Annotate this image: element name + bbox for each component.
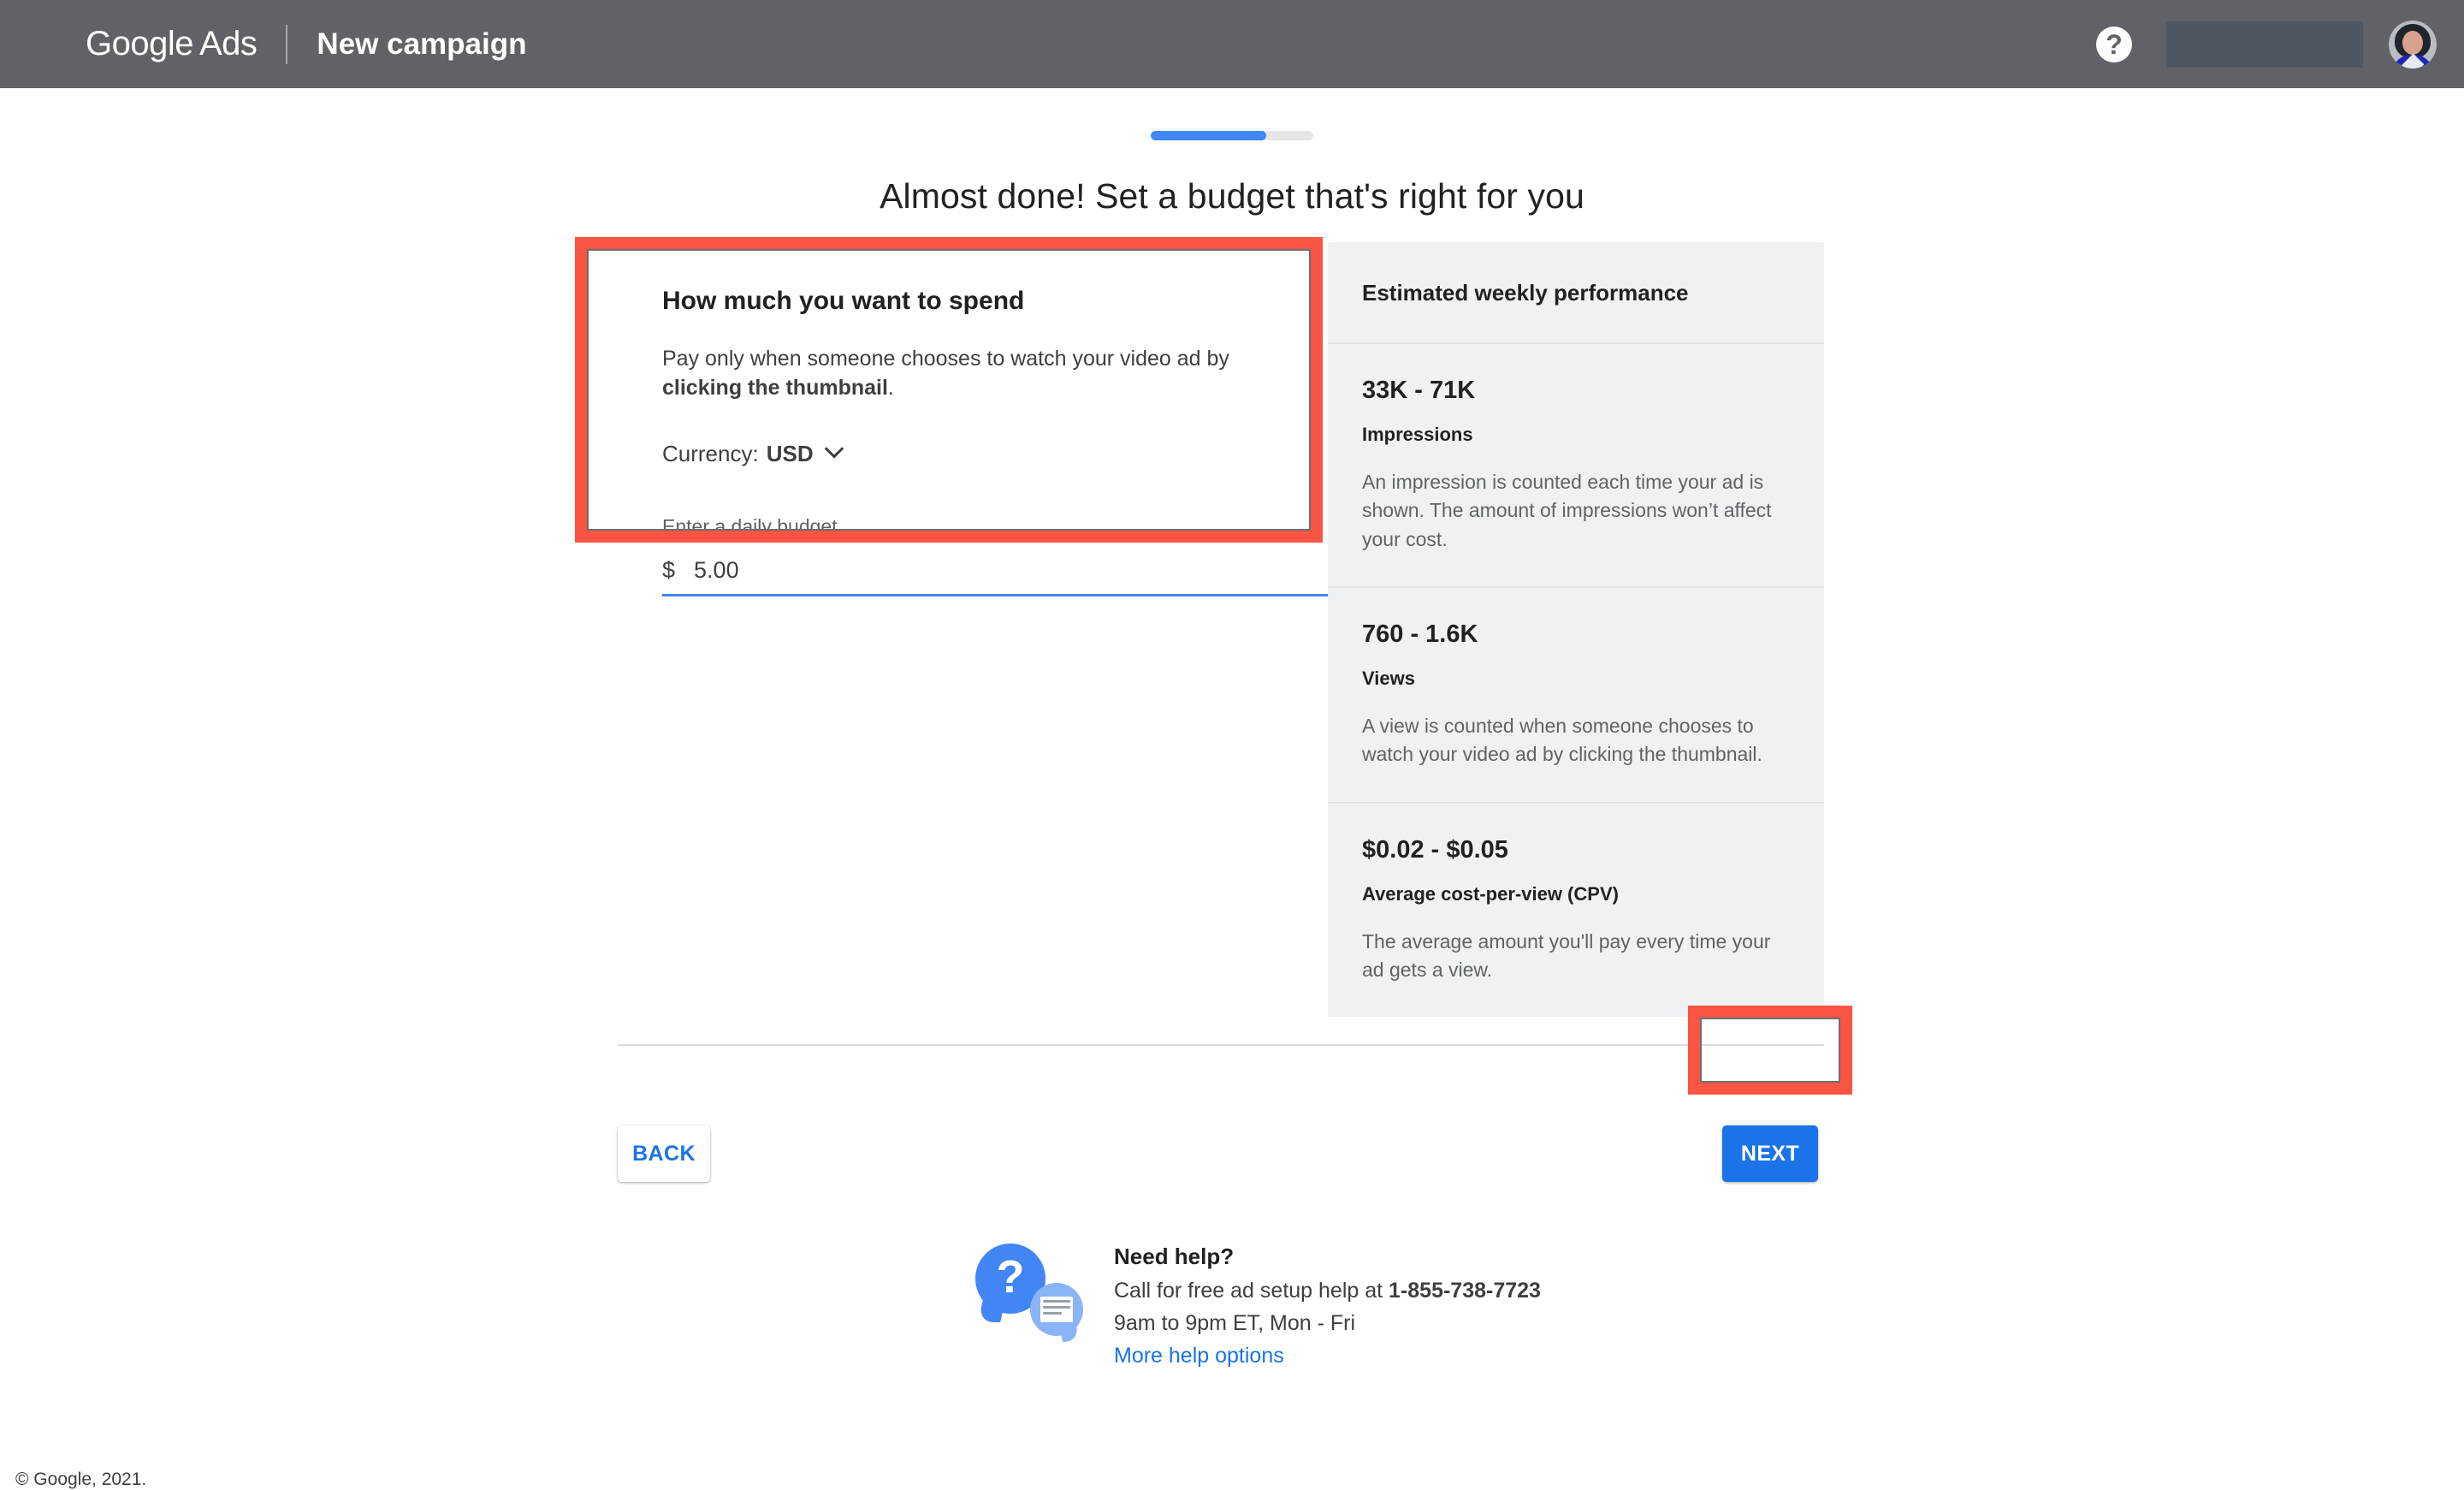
next-button-slot: NEXT <box>1688 1109 1852 1198</box>
estimated-performance-panel: Estimated weekly performance 33K - 71K I… <box>1328 242 1824 1018</box>
currency-symbol: $ <box>662 556 676 583</box>
help-title: Need help? <box>1114 1244 1235 1269</box>
budget-section: How much you want to spend Pay only when… <box>618 242 1824 1018</box>
google-ads-logo[interactable]: Google Ads <box>86 25 258 63</box>
estimate-metric-name: Impressions <box>1362 424 1473 445</box>
logo-ads-text: Ads <box>198 25 258 62</box>
spend-heading: How much you want to spend <box>662 287 1025 315</box>
estimate-block-views: 760 - 1.6K Views A view is counted when … <box>1328 588 1824 804</box>
back-button[interactable]: BACK <box>618 1125 710 1182</box>
currency-value: USD <box>766 440 814 466</box>
spend-panel: How much you want to spend Pay only when… <box>618 242 1328 631</box>
help-bubbles-illustration: ? <box>975 1242 1087 1336</box>
estimate-block-impressions: 33K - 71K Impressions An impression is c… <box>1328 344 1824 589</box>
page-context-title: New campaign <box>317 27 527 61</box>
estimate-header-block: Estimated weekly performance <box>1328 242 1824 344</box>
more-help-options-link[interactable]: More help options <box>1114 1344 1284 1368</box>
chat-lines-icon <box>1040 1297 1073 1322</box>
copyright-text: © Google, 2021. <box>15 1469 147 1489</box>
annotation-inner-border <box>1700 1018 1840 1083</box>
help-phone-number: 1-855-738-7723 <box>1389 1279 1541 1303</box>
brand-area[interactable]: Google Ads New campaign <box>86 24 527 64</box>
spend-description-prefix: Pay only when someone chooses to watch y… <box>662 347 1229 371</box>
campaign-progress-bar <box>1151 131 1313 140</box>
help-call-prefix: Call for free ad setup help at <box>1114 1279 1389 1303</box>
annotation-box-next-button <box>1688 1006 1852 1095</box>
chat-line <box>1043 1306 1070 1309</box>
estimate-heading: Estimated weekly performance <box>1362 280 1689 306</box>
estimate-description: An impression is counted each time your … <box>1362 471 1772 550</box>
logo-google-text: Google <box>86 25 193 62</box>
estimate-metric-name: Views <box>1362 668 1415 690</box>
daily-budget-label: Enter a daily budget <box>662 514 838 537</box>
account-info-redacted <box>2166 21 2363 68</box>
chat-line <box>1043 1312 1063 1315</box>
spend-description-suffix: . <box>887 375 894 400</box>
daily-budget-field[interactable]: $ <box>662 556 1328 597</box>
currency-label: Currency: <box>662 440 759 466</box>
main-content: Almost done! Set a budget that's right f… <box>0 88 2464 1489</box>
chat-bubble-icon <box>1030 1283 1083 1336</box>
section-divider <box>618 1044 1824 1046</box>
header-divider <box>286 24 288 64</box>
spend-description: Pay only when someone chooses to watch y… <box>662 345 1285 403</box>
estimate-description: The average amount you'll pay every time… <box>1362 929 1771 982</box>
chevron-down-icon[interactable] <box>824 439 844 459</box>
estimate-description: A view is counted when someone chooses t… <box>1362 715 1762 766</box>
help-hours: 9am to 9pm ET, Mon - Fri <box>1114 1311 1356 1335</box>
estimate-metric-name: Average cost-per-view (CPV) <box>1362 882 1619 905</box>
help-text-block: Need help? Call for free ad setup help a… <box>1114 1242 1541 1368</box>
progress-fill <box>1151 131 1266 140</box>
wizard-navigation: BACK NEXT <box>618 1109 1824 1198</box>
next-button[interactable]: NEXT <box>1722 1125 1818 1182</box>
page-title: Almost done! Set a budget that's right f… <box>880 176 1584 216</box>
estimate-block-cpv: $0.02 - $0.05 Average cost-per-view (CPV… <box>1328 804 1824 1018</box>
daily-budget-input[interactable] <box>694 556 1208 584</box>
header-right-actions: ? <box>2096 20 2445 68</box>
help-icon[interactable]: ? <box>2096 26 2132 62</box>
avatar-face <box>2402 30 2423 55</box>
estimate-value: $0.02 - $0.05 <box>1362 835 1508 864</box>
estimate-value: 33K - 71K <box>1362 377 1476 404</box>
help-phone-line: Call for free ad setup help at 1-855-738… <box>1114 1279 1541 1303</box>
app-header: Google Ads New campaign ? <box>0 0 2464 88</box>
chat-line <box>1043 1300 1070 1303</box>
estimate-value: 760 - 1.6K <box>1362 620 1478 649</box>
spend-description-bold: clicking the thumbnail <box>662 375 888 400</box>
avatar[interactable] <box>2389 20 2437 68</box>
currency-selector[interactable]: Currency: USD <box>662 439 844 467</box>
need-help-section: ? Need help? Call for free ad setup help… <box>975 1242 1541 1368</box>
